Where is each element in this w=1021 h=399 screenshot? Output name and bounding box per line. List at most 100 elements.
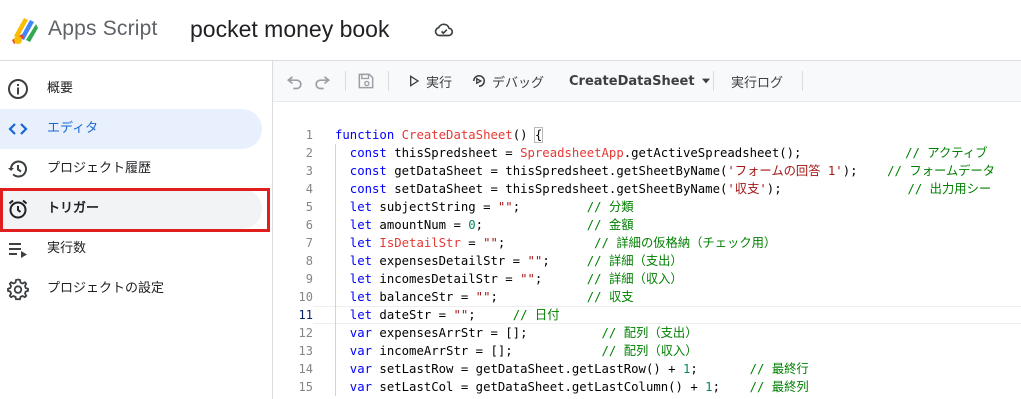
code-token: // 出力用シー (781, 182, 992, 196)
line-number: 2 (305, 146, 313, 160)
redo-button[interactable] (312, 61, 332, 101)
code-token: amountNum = (379, 218, 469, 232)
sidebar-item-label: エディタ (47, 121, 99, 136)
function-select-value: CreateDataSheet (569, 73, 695, 89)
code-token: const (335, 146, 395, 160)
code-token: let (335, 290, 380, 304)
code-token: SpreadsheetApp (520, 146, 624, 160)
redo-icon (315, 76, 331, 90)
sidebar-item-overview[interactable]: 概要 (0, 69, 262, 109)
code-token: var (335, 344, 380, 358)
code-token: "" (453, 308, 469, 322)
code-line[interactable]: let amountNum = 0; // 金額 (335, 216, 1021, 234)
code-line[interactable]: const getDataSheet = thisSpredsheet.getS… (335, 162, 1021, 180)
sidebar-item-triggers[interactable]: トリガー (0, 189, 262, 229)
debug-button[interactable]: デバッグ (470, 61, 544, 101)
sidebar-item-executions[interactable]: 実行数 (0, 229, 262, 269)
code-line[interactable]: let balanceStr = ""; // 収支 (335, 288, 1021, 306)
code-token: // 最終列 (719, 380, 809, 394)
sidebar-nav: 概要 エディタ プロジェクト履歴 トリガー 実行数 プロジェクトの設定 (0, 61, 272, 399)
code-line[interactable]: let expensesDetailStr = ""; // 詳細（支出） (335, 252, 1021, 270)
code-token: "" (475, 290, 491, 304)
code-token: "" (497, 200, 513, 214)
code-token: var (335, 380, 380, 394)
code-editor[interactable]: 1 2 3 4 5 6 7 8 9 10 11 12 13 14 15 function CreateDat… (273, 102, 1021, 399)
code-line[interactable]: const thisSpredsheet = SpreadsheetApp.ge… (335, 144, 1021, 162)
code-token: 0 (468, 218, 476, 232)
code-token: thisSpredsheet = (394, 146, 521, 160)
code-token: // 最終行 (697, 362, 809, 376)
code-token: subjectString = (379, 200, 498, 214)
apps-script-logo-icon[interactable] (10, 14, 42, 46)
code-token: setLastCol = getDataSheet.getLastColumn(… (379, 380, 706, 394)
play-icon (410, 75, 420, 87)
line-number: 5 (305, 200, 313, 214)
code-line[interactable]: var setLastRow = getDataSheet.getLastRow… (335, 360, 1021, 378)
code-token: // 収支 (497, 290, 634, 304)
code-token: ; (490, 290, 498, 304)
line-number-gutter: 1 2 3 4 5 6 7 8 9 10 11 12 13 14 15 (273, 126, 313, 396)
code-token: (); (779, 146, 802, 160)
sidebar-item-label: プロジェクト履歴 (47, 161, 152, 176)
project-title[interactable]: pocket money book (190, 13, 389, 45)
sidebar-item-editor[interactable]: エディタ (0, 109, 262, 149)
code-line[interactable]: var setLastCol = getDataSheet.getLastCol… (335, 378, 1021, 396)
code-token: // フォームデータ (857, 164, 996, 178)
code-line[interactable]: let incomesDetailStr = ""; // 詳細（収入） (335, 270, 1021, 288)
code-token: // 詳細（支出） (549, 254, 683, 268)
line-number: 13 (298, 344, 313, 358)
code-token: function (335, 128, 402, 142)
code-token: getActiveSpreadsheet (631, 146, 780, 160)
code-line[interactable]: let subjectString = ""; // 分類 (335, 198, 1021, 216)
info-icon (8, 79, 28, 99)
undo-button[interactable] (285, 61, 305, 101)
code-line[interactable]: let dateStr = ""; // 日付 (335, 306, 1021, 324)
settings-gear-icon (7, 278, 29, 301)
code-token: ); (766, 182, 782, 196)
line-number: 3 (305, 164, 313, 178)
sidebar-item-project-settings[interactable]: プロジェクトの設定 (0, 269, 262, 309)
code-token: ; (468, 308, 476, 322)
code-token: // 詳細（収入） (542, 272, 683, 286)
line-number: 14 (298, 362, 313, 376)
code-token: let (335, 236, 380, 250)
code-token: // 配列（収入） (512, 344, 698, 358)
code-line[interactable]: let IsDetailStr = ""; // 詳細の仮格納（チェック用） (335, 234, 1021, 252)
code-token: // 金額 (483, 218, 634, 232)
debug-icon (473, 75, 485, 87)
code-token: '収支' (727, 182, 767, 196)
code-area[interactable]: function CreateDataSheet() { const thisS… (335, 126, 1021, 396)
run-button[interactable]: 実行 (406, 61, 452, 101)
code-token: ; (712, 380, 720, 394)
sidebar-item-label: 実行数 (47, 241, 87, 256)
line-number: 8 (305, 254, 313, 268)
code-token: // アクティブ (801, 146, 988, 160)
save-button[interactable] (356, 61, 376, 101)
code-token: ; (690, 362, 698, 376)
code-line[interactable]: var expensesArrStr = []; // 配列（支出） (335, 324, 1021, 342)
editor-toolbar: 実行 デバッグ CreateDataSheet 実行ログ (273, 61, 1021, 102)
code-token: getDataSheet = thisSpredsheet.getSheetBy… (394, 164, 728, 178)
code-token: ; (542, 254, 550, 268)
code-icon (8, 123, 28, 135)
code-token: expensesDetailStr = (379, 254, 528, 268)
code-token: let (335, 218, 380, 232)
code-token: "" (520, 272, 535, 286)
code-token: let (335, 254, 380, 268)
code-token: "" (483, 236, 498, 250)
code-line[interactable]: var incomeArrStr = []; // 配列（収入） (335, 342, 1021, 360)
debug-label: デバッグ (492, 75, 545, 91)
undo-icon (286, 76, 302, 90)
app-name[interactable]: Apps Script (48, 14, 158, 44)
code-token: incomeArrStr = []; (379, 344, 513, 358)
sidebar-item-label: プロジェクトの設定 (47, 281, 165, 296)
code-line[interactable]: function CreateDataSheet() { (335, 126, 1021, 144)
execution-log-button[interactable]: 実行ログ (731, 61, 783, 101)
sidebar-item-project-history[interactable]: プロジェクト履歴 (0, 149, 262, 189)
toolbar-separator (345, 71, 346, 91)
line-number: 9 (305, 272, 313, 286)
code-line[interactable]: const setDataSheet = thisSpredsheet.getS… (335, 180, 1021, 198)
function-select-dropdown[interactable]: CreateDataSheet (569, 61, 713, 101)
cloud-saved-icon (434, 23, 454, 37)
history-icon (8, 160, 27, 178)
